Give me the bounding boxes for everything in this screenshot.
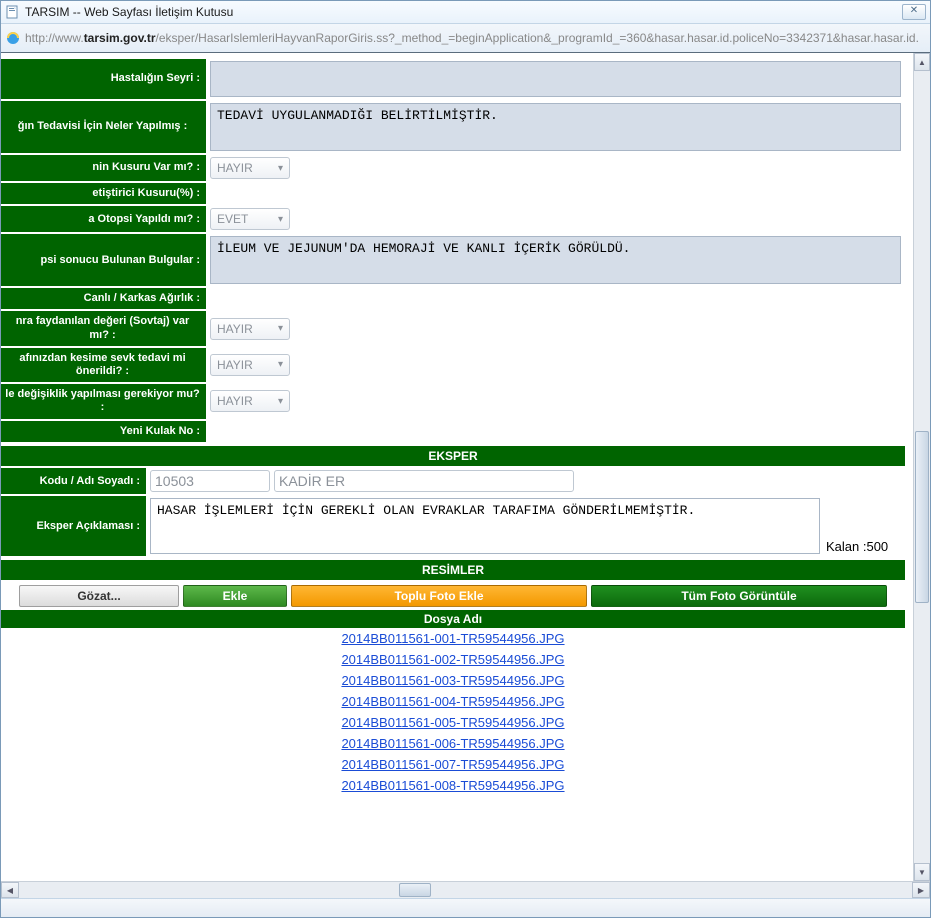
input-eksper-aciklama[interactable] (150, 498, 820, 554)
scroll-left-icon[interactable]: ◀ (1, 882, 19, 898)
select-sovtaj[interactable]: HAYIR (210, 318, 290, 340)
label-eksper-kodu: Kodu / Adı Soyadı : (1, 468, 146, 494)
label-kalan: Kalan :500 (820, 498, 888, 554)
select-kusur[interactable]: HAYIR (210, 157, 290, 179)
file-link[interactable]: 2014BB011561-003-TR59544956.JPG (1, 670, 905, 691)
label-hastalik-seyri: Hastalığın Seyri : (1, 59, 206, 99)
label-otopsi: a Otopsi Yapıldı mı? : (1, 206, 206, 232)
titlebar: TARSIM -- Web Sayfası İletişim Kutusu ✕ (1, 1, 930, 24)
scroll-down-icon[interactable]: ▼ (914, 863, 930, 881)
btn-toplu-foto-ekle[interactable]: Toplu Foto Ekle (291, 585, 587, 607)
label-degisiklik: le değişiklik yapılması gerekiyor mu? : (1, 384, 206, 418)
section-eksper-header: EKSPER (1, 446, 905, 466)
select-kesim[interactable]: HAYIR (210, 354, 290, 376)
address-bar: http://www.tarsim.gov.tr/eksper/HasarIsl… (1, 24, 930, 53)
label-bulgular: psi sonucu Bulunan Bulgular : (1, 234, 206, 286)
close-button[interactable]: ✕ (902, 4, 926, 20)
label-eksper-aciklama: Eksper Açıklaması : (1, 496, 146, 556)
label-agirlik: Canlı / Karkas Ağırlık : (1, 288, 206, 309)
scroll-up-icon[interactable]: ▲ (914, 53, 930, 71)
label-kusur: nin Kusuru Var mı? : (1, 155, 206, 181)
label-tedavi: ğın Tedavisi İçin Neler Yapılmış : (1, 101, 206, 153)
section-resimler-header: RESİMLER (1, 560, 905, 580)
input-tedavi[interactable] (210, 103, 901, 151)
scroll-right-icon[interactable]: ▶ (912, 882, 930, 898)
btn-ekle[interactable]: Ekle (183, 585, 287, 607)
select-otopsi[interactable]: EVET (210, 208, 290, 230)
page-icon (5, 4, 21, 20)
url-text: http://www.tarsim.gov.tr/eksper/HasarIsl… (25, 31, 926, 45)
input-hastalik-seyri[interactable] (210, 61, 901, 97)
btn-tum-foto-goruntule[interactable]: Tüm Foto Görüntüle (591, 585, 887, 607)
form-content: Hastalığın Seyri : ğın Tedavisi İçin Nel… (1, 53, 913, 881)
browser-icon (5, 30, 21, 46)
image-buttons: Gözat... Ekle Toplu Foto Ekle Tüm Foto G… (1, 582, 905, 610)
input-bulgular[interactable] (210, 236, 901, 284)
scroll-thumb[interactable] (915, 431, 929, 603)
scroll-thumb-h[interactable] (399, 883, 431, 897)
file-link[interactable]: 2014BB011561-002-TR59544956.JPG (1, 649, 905, 670)
label-yetistirici: etiştirici Kusuru(%) : (1, 183, 206, 204)
label-sovtaj: nra faydanılan değeri (Sovtaj) var mı? : (1, 311, 206, 345)
content-wrap: Hastalığın Seyri : ğın Tedavisi İçin Nel… (1, 53, 930, 881)
input-eksper-ad[interactable] (274, 470, 574, 492)
file-link[interactable]: 2014BB011561-005-TR59544956.JPG (1, 712, 905, 733)
files-header: Dosya Adı (1, 610, 905, 628)
file-link[interactable]: 2014BB011561-006-TR59544956.JPG (1, 733, 905, 754)
label-kesim: afınızdan kesime sevk tedavi mi önerildi… (1, 348, 206, 382)
select-degisiklik[interactable]: HAYIR (210, 390, 290, 412)
label-yenikulak: Yeni Kulak No : (1, 421, 206, 442)
status-bar (1, 898, 930, 917)
btn-gozat[interactable]: Gözat... (19, 585, 179, 607)
vertical-scrollbar[interactable]: ▲ ▼ (913, 53, 930, 881)
horizontal-scrollbar[interactable]: ◀ ▶ (1, 881, 930, 898)
window-title: TARSIM -- Web Sayfası İletişim Kutusu (25, 5, 902, 19)
dialog-window: TARSIM -- Web Sayfası İletişim Kutusu ✕ … (0, 0, 931, 918)
file-link[interactable]: 2014BB011561-001-TR59544956.JPG (1, 628, 905, 649)
input-eksper-kodu[interactable] (150, 470, 270, 492)
file-list: 2014BB011561-001-TR59544956.JPG 2014BB01… (1, 628, 905, 796)
file-link[interactable]: 2014BB011561-008-TR59544956.JPG (1, 775, 905, 796)
file-link[interactable]: 2014BB011561-004-TR59544956.JPG (1, 691, 905, 712)
file-link[interactable]: 2014BB011561-007-TR59544956.JPG (1, 754, 905, 775)
